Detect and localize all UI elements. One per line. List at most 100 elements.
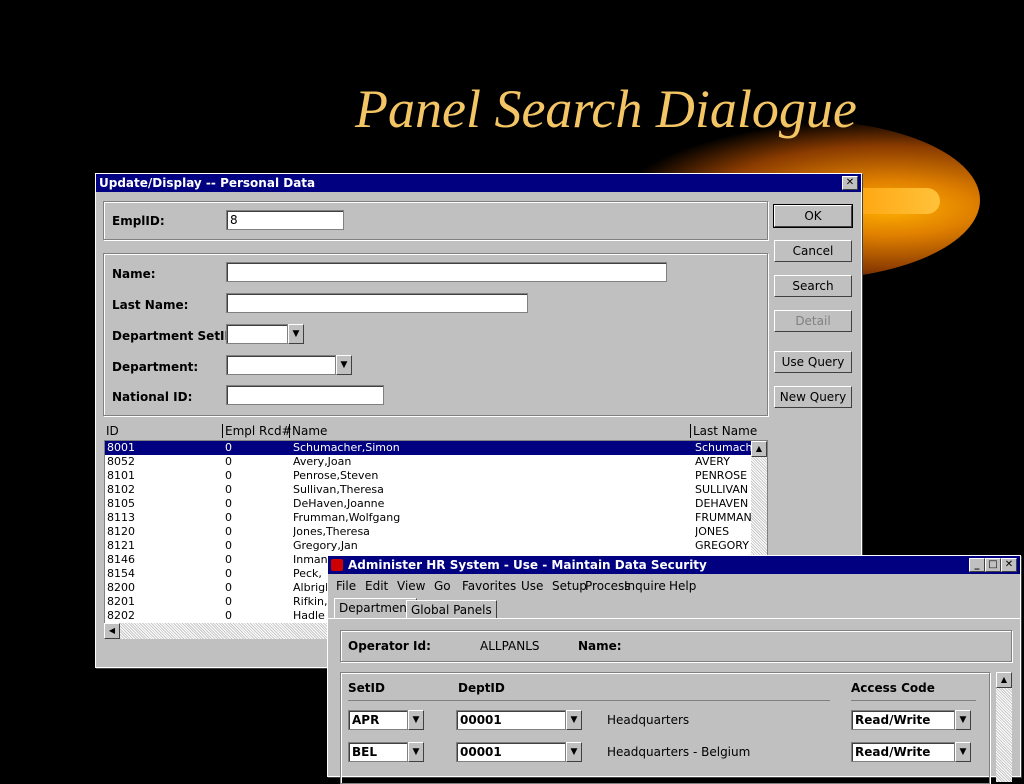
- deptid-dropdown-icon[interactable]: ▼: [566, 742, 582, 762]
- hr-menubar: File Edit View Go Favorites Use Setup Process In…: [328, 576, 1020, 596]
- grid-header-line: [851, 700, 976, 701]
- table-cell: 8201: [107, 595, 135, 608]
- menu-item-inquire[interactable]: Inquire: [624, 579, 666, 593]
- table-cell: FRUMMAN: [695, 511, 751, 524]
- emplid-label: EmplID:: [112, 214, 165, 228]
- maximize-icon[interactable]: □: [985, 558, 1001, 572]
- deptid-input[interactable]: 00001: [456, 710, 566, 730]
- last-name-input[interactable]: [226, 293, 528, 313]
- table-cell: Gregory,Jan: [293, 539, 358, 552]
- name-input[interactable]: [226, 262, 667, 282]
- operator-id-value: ALLPANLS: [480, 639, 540, 653]
- dept-setid-dropdown-icon[interactable]: ▼: [288, 324, 304, 344]
- close-icon[interactable]: ✕: [842, 176, 858, 190]
- deptid-input[interactable]: 00001: [456, 742, 566, 762]
- table-cell: SULLIVAN: [695, 483, 749, 496]
- name-label: Name:: [112, 267, 156, 281]
- results-header-id[interactable]: ID: [106, 424, 119, 438]
- access-code-dropdown-icon[interactable]: ▼: [955, 742, 971, 762]
- table-cell: 8001: [107, 441, 135, 454]
- detail-button[interactable]: Detail: [774, 310, 852, 332]
- table-cell: Frumman,Wolfgang: [293, 511, 401, 524]
- menu-item-setup[interactable]: Setup: [552, 579, 587, 593]
- table-row[interactable]: 8121 0 Gregory,Jan GREGORY: [105, 539, 767, 553]
- results-header-emplrcd[interactable]: Empl Rcd#: [222, 424, 292, 438]
- table-cell: 8154: [107, 567, 135, 580]
- deptid-header: DeptID: [458, 681, 505, 695]
- table-cell: 8113: [107, 511, 135, 524]
- department-input[interactable]: [226, 355, 336, 375]
- table-cell: GREGORY: [695, 539, 749, 552]
- menu-item-edit[interactable]: Edit: [365, 579, 388, 593]
- access-code-select[interactable]: Read/Write: [851, 742, 955, 762]
- table-row[interactable]: 8102 0 Sullivan,Theresa SULLIVAN: [105, 483, 767, 497]
- table-cell: 0: [225, 609, 232, 622]
- menu-item-use[interactable]: Use: [521, 579, 543, 593]
- table-cell: 0: [225, 525, 232, 538]
- table-row[interactable]: 8001 0 Schumacher,Simon Schumacher: [105, 441, 767, 455]
- table-cell: 0: [225, 455, 232, 468]
- deptid-dropdown-icon[interactable]: ▼: [566, 710, 582, 730]
- menu-item-view[interactable]: View: [397, 579, 425, 593]
- minimize-icon[interactable]: _: [969, 558, 985, 572]
- scroll-left-icon[interactable]: ◀: [104, 623, 120, 639]
- table-cell: 0: [225, 441, 232, 454]
- hr-titlebar: Administer HR System - Use - Maintain Da…: [328, 556, 1020, 574]
- menu-item-go[interactable]: Go: [434, 579, 451, 593]
- table-cell: 8121: [107, 539, 135, 552]
- ok-button[interactable]: OK: [773, 204, 853, 228]
- table-cell: 8102: [107, 483, 135, 496]
- table-cell: 0: [225, 497, 232, 510]
- table-row[interactable]: 8101 0 Penrose,Steven PENROSE: [105, 469, 767, 483]
- new-query-button[interactable]: New Query: [774, 386, 852, 408]
- national-id-input[interactable]: [226, 385, 384, 405]
- menu-item-favorites[interactable]: Favorites: [462, 579, 516, 593]
- close-icon[interactable]: ✕: [1001, 558, 1017, 572]
- menu-item-file[interactable]: File: [336, 579, 356, 593]
- scroll-up-icon[interactable]: ▲: [751, 441, 767, 457]
- table-cell: 0: [225, 567, 232, 580]
- emplid-input[interactable]: 8: [226, 210, 344, 230]
- table-cell: Penrose,Steven: [293, 469, 379, 482]
- table-cell: 0: [225, 553, 232, 566]
- dialog-title: Update/Display -- Personal Data: [99, 176, 316, 190]
- results-header-lastname[interactable]: Last Name: [690, 424, 757, 438]
- access-code-select[interactable]: Read/Write: [851, 710, 955, 730]
- setid-dropdown-icon[interactable]: ▼: [408, 742, 424, 762]
- national-id-label: National ID:: [112, 390, 193, 404]
- table-cell: 0: [225, 539, 232, 552]
- scroll-up-icon[interactable]: ▲: [996, 672, 1012, 688]
- dept-setid-input[interactable]: [226, 324, 288, 344]
- setid-input[interactable]: BEL: [348, 742, 408, 762]
- table-row[interactable]: 8120 0 Jones,Theresa JONES: [105, 525, 767, 539]
- hr-vertical-scrollbar[interactable]: [996, 672, 1012, 782]
- hr-title: Administer HR System - Use - Maintain Da…: [348, 558, 707, 572]
- cancel-button[interactable]: Cancel: [774, 240, 852, 262]
- use-query-button[interactable]: Use Query: [774, 351, 852, 373]
- table-row[interactable]: 8052 0 Avery,Joan AVERY: [105, 455, 767, 469]
- table-cell: DeHaven,Joanne: [293, 497, 385, 510]
- table-row[interactable]: 8113 0 Frumman,Wolfgang FRUMMAN: [105, 511, 767, 525]
- table-cell: Jones,Theresa: [293, 525, 370, 538]
- table-cell: Schumacher: [695, 441, 751, 454]
- setid-input[interactable]: APR: [348, 710, 408, 730]
- tab-divider: [328, 618, 1020, 619]
- search-button[interactable]: Search: [774, 275, 852, 297]
- access-code-dropdown-icon[interactable]: ▼: [955, 710, 971, 730]
- table-cell: JONES: [695, 525, 730, 538]
- setid-dropdown-icon[interactable]: ▼: [408, 710, 424, 730]
- results-header-name[interactable]: Name: [289, 424, 327, 438]
- table-cell: 8146: [107, 553, 135, 566]
- department-label: Department:: [112, 360, 199, 374]
- table-row[interactable]: 8105 0 DeHaven,Joanne DEHAVEN: [105, 497, 767, 511]
- table-cell: 0: [225, 595, 232, 608]
- tab-global-panels[interactable]: Global Panels: [406, 600, 497, 618]
- table-cell: 8120: [107, 525, 135, 538]
- hr-window: Administer HR System - Use - Maintain Da…: [327, 555, 1021, 784]
- menu-item-help[interactable]: Help: [669, 579, 696, 593]
- table-cell: 8202: [107, 609, 135, 622]
- tab-department[interactable]: Department: [334, 598, 417, 618]
- dept-description: Headquarters: [607, 713, 690, 727]
- department-dropdown-icon[interactable]: ▼: [336, 355, 352, 375]
- access-code-header: Access Code: [851, 681, 935, 695]
